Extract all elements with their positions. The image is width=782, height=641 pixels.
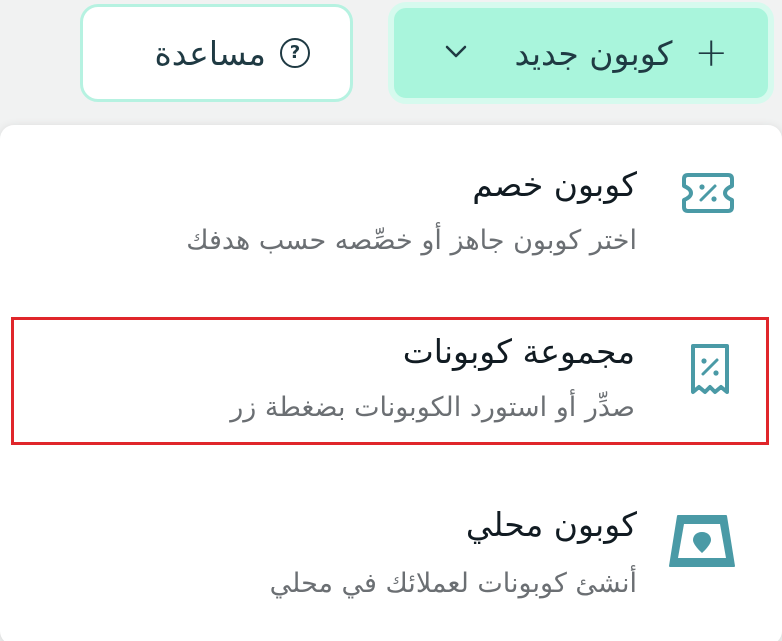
menu-item-desc: أنشئ كوبونات لعملائك في محلي [269, 568, 637, 599]
help-label: مساعدة [154, 33, 266, 73]
coupon-dropdown-screen: + كوبون جديد ? مساعدة كوبون خصم اختر كوب… [0, 0, 782, 641]
menu-item-local-coupon[interactable]: كوبون محلي أنشئ كوبونات لعملائك في محلي [0, 490, 782, 630]
coupon-receipt-icon [685, 342, 735, 402]
menu-item-title: كوبون خصم [472, 165, 637, 204]
discount-ticket-icon [678, 169, 738, 221]
new-coupon-button[interactable]: + كوبون جديد [388, 2, 774, 104]
menu-item-coupon-set[interactable]: مجموعة كوبونات صدِّر أو استورد الكوبونات… [11, 317, 769, 445]
menu-item-title: كوبون محلي [465, 505, 637, 544]
question-icon: ? [280, 38, 310, 68]
menu-item-desc: اختر كوبون جاهز أو خصِّصه حسب هدفك [186, 225, 637, 256]
menu-item-discount-coupon[interactable]: كوبون خصم اختر كوبون جاهز أو خصِّصه حسب … [0, 125, 782, 295]
new-coupon-menu: كوبون خصم اختر كوبون جاهز أو خصِّصه حسب … [0, 125, 782, 641]
plus-icon: + [694, 30, 728, 76]
store-location-icon [664, 510, 740, 576]
menu-item-desc: صدِّر أو استورد الكوبونات بضغطة زر [230, 392, 635, 423]
help-button[interactable]: ? مساعدة [80, 4, 353, 102]
menu-item-title: مجموعة كوبونات [402, 332, 635, 371]
chevron-down-icon [445, 44, 467, 63]
new-coupon-label: كوبون جديد [514, 33, 673, 73]
